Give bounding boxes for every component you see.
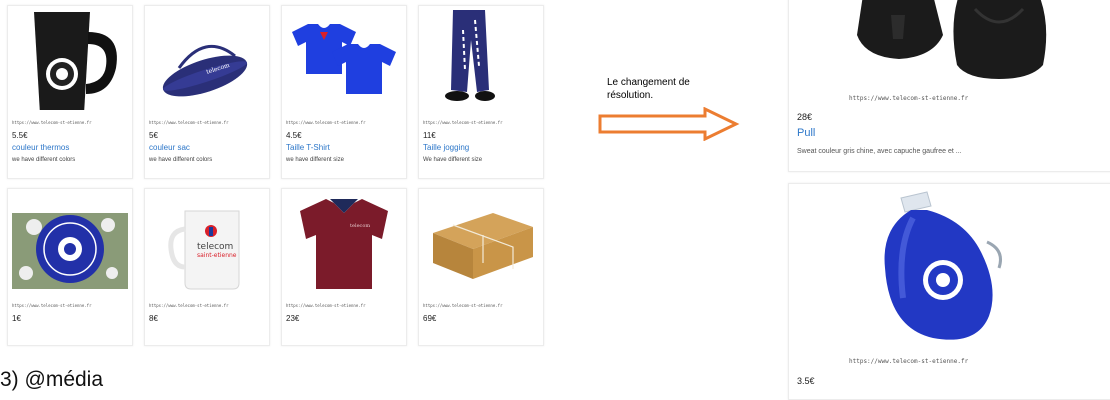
- product-price: 5.5€: [12, 131, 28, 140]
- product-image-badge: [12, 193, 128, 293]
- product-description: we have different colors: [12, 157, 76, 163]
- product-url: https://www.telecom-st-etienne.fr: [849, 95, 969, 102]
- product-image-hoodie: [793, 0, 1110, 87]
- product-price: 3.5€: [797, 376, 815, 386]
- mug-logo-subtext: saint-etienne: [197, 252, 237, 259]
- product-url: https://www.telecom-st-etienne.fr: [423, 303, 503, 308]
- product-description: We have different size: [423, 157, 483, 163]
- product-name-link[interactable]: Pull: [797, 127, 815, 139]
- svg-text:telecom: telecom: [350, 223, 370, 229]
- product-url: https://www.telecom-st-etienne.fr: [12, 120, 92, 125]
- section-heading: 3) @média: [0, 368, 104, 391]
- product-image-gift-box: [423, 193, 539, 293]
- product-price: 11€: [423, 131, 436, 140]
- product-price: 28€: [797, 112, 813, 122]
- product-image-water-bottle: [793, 188, 1110, 348]
- product-name-link[interactable]: couleur sac: [149, 143, 190, 152]
- product-card[interactable]: https://www.telecom-st-etienne.fr 5.5€ c…: [7, 5, 133, 179]
- product-price: 23€: [286, 314, 300, 323]
- product-url: https://www.telecom-st-etienne.fr: [423, 120, 503, 125]
- product-name-link[interactable]: Taille jogging: [423, 143, 469, 152]
- product-card[interactable]: https://www.telecom-st-etienne.fr 4.5€ T…: [281, 5, 407, 179]
- product-price: 1€: [12, 314, 21, 323]
- right-arrow-icon: [598, 107, 740, 141]
- product-name-link[interactable]: couleur thermos: [12, 143, 69, 152]
- product-image-thermos: [12, 10, 128, 110]
- product-card-large[interactable]: https://www.telecom-st-etienne.fr 28€ Pu…: [788, 0, 1110, 172]
- product-price: 5€: [149, 131, 158, 140]
- resolution-change-label: Le changement de résolution.: [607, 77, 690, 101]
- product-description: we have different colors: [149, 157, 213, 163]
- product-price: 4.5€: [286, 131, 302, 140]
- product-image-polo: telecom: [286, 193, 402, 293]
- product-card[interactable]: telecom https://www.telecom-st-etienne.f…: [144, 5, 270, 179]
- product-card-large[interactable]: https://www.telecom-st-etienne.fr 3.5€: [788, 183, 1110, 400]
- mug-logo-text: telecom: [197, 242, 233, 252]
- product-url: https://www.telecom-st-etienne.fr: [286, 303, 366, 308]
- product-name-link[interactable]: Taille T-Shirt: [286, 143, 330, 152]
- product-card[interactable]: telecom saint-etienne https://www.teleco…: [144, 188, 270, 346]
- product-description: we have different size: [286, 157, 344, 163]
- product-url: https://www.telecom-st-etienne.fr: [149, 120, 229, 125]
- product-url: https://www.telecom-st-etienne.fr: [849, 358, 969, 365]
- product-url: https://www.telecom-st-etienne.fr: [149, 303, 229, 308]
- product-image-jogging: [423, 10, 539, 110]
- product-image-bag: telecom: [149, 10, 265, 110]
- product-url: https://www.telecom-st-etienne.fr: [286, 120, 366, 125]
- product-image-tshirt: [286, 10, 402, 110]
- product-url: https://www.telecom-st-etienne.fr: [12, 303, 92, 308]
- product-description: Sweat couleur gris chine, avec capuche g…: [797, 148, 962, 155]
- product-price: 8€: [149, 314, 158, 323]
- product-card[interactable]: https://www.telecom-st-etienne.fr 1€: [7, 188, 133, 346]
- product-card[interactable]: https://www.telecom-st-etienne.fr 11€ Ta…: [418, 5, 544, 179]
- product-card[interactable]: telecom https://www.telecom-st-etienne.f…: [281, 188, 407, 346]
- product-price: 69€: [423, 314, 437, 323]
- product-image-mug: telecom saint-etienne: [149, 193, 265, 293]
- product-card[interactable]: https://www.telecom-st-etienne.fr 69€: [418, 188, 544, 346]
